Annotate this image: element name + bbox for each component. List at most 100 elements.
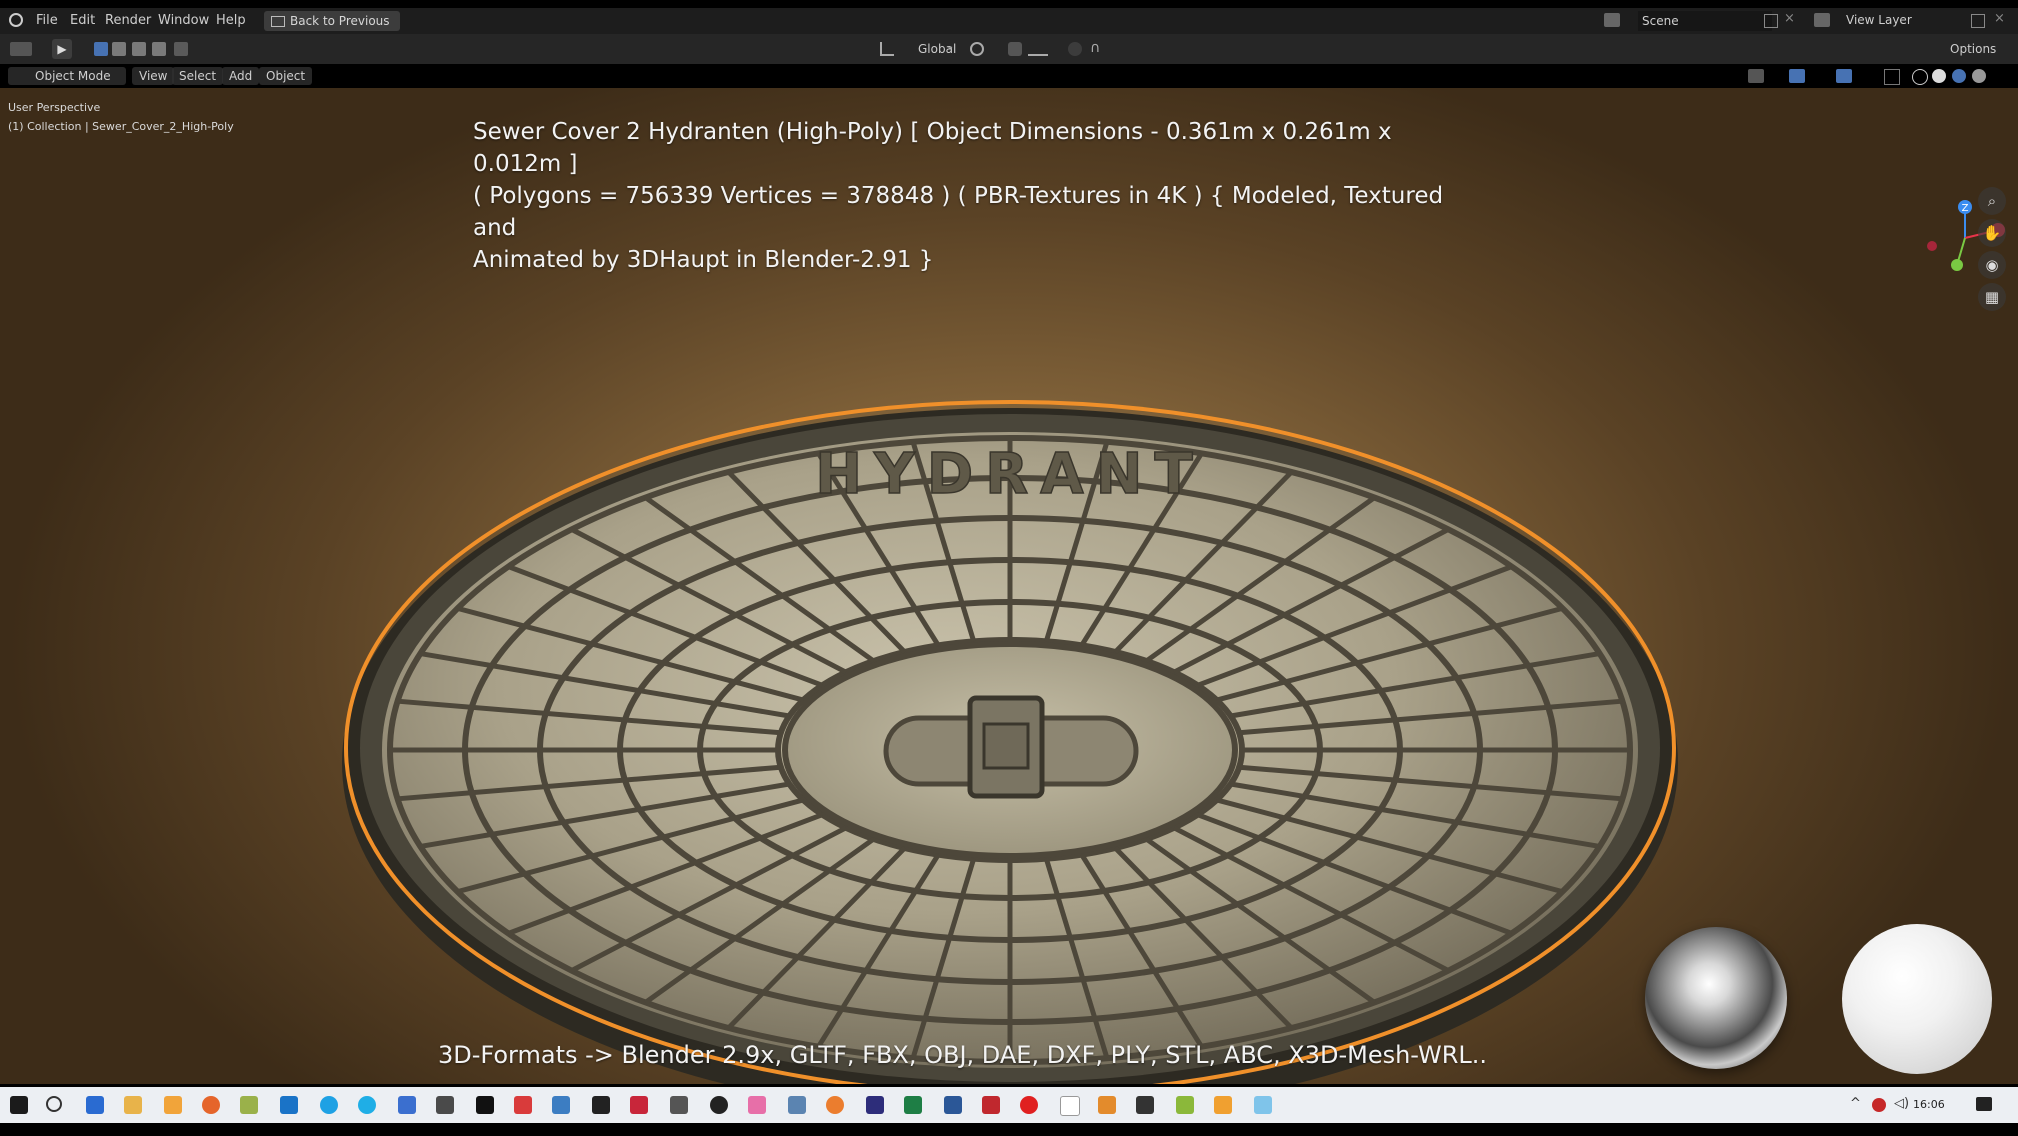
back-to-previous-label: Back to Previous — [290, 14, 390, 28]
sewer-cover-model[interactable]: HYDRANT — [330, 378, 1690, 1084]
app-icon-14[interactable] — [514, 1096, 532, 1114]
app-icon-15[interactable] — [552, 1096, 570, 1114]
tray-network-icon[interactable] — [1872, 1098, 1886, 1112]
skype-icon[interactable] — [320, 1096, 338, 1114]
options-dropdown[interactable]: Options — [1950, 42, 1996, 56]
view-layer-close-icon[interactable]: × — [1994, 11, 2005, 26]
visibility-icon[interactable] — [1748, 69, 1764, 83]
app-icon-17[interactable] — [630, 1096, 648, 1114]
viewport-header: Object Mode View Select Add Object — [0, 64, 2018, 88]
app-icon-31[interactable] — [1176, 1096, 1194, 1114]
unity-icon[interactable] — [476, 1096, 494, 1114]
clock-time[interactable]: 16:06 — [1913, 1098, 1945, 1111]
folder-icon[interactable] — [124, 1096, 142, 1114]
overlay-title-line-2: ( Polygons = 756339 Vertices = 378848 ) … — [473, 183, 1444, 241]
app-icon-29[interactable] — [1098, 1096, 1116, 1114]
blender-taskbar-icon[interactable] — [826, 1096, 844, 1114]
app-icon-23[interactable] — [866, 1096, 884, 1114]
hand-pan-icon[interactable]: ✋ — [1978, 219, 2006, 247]
select-mode-intersect-icon[interactable] — [174, 42, 188, 56]
hydrant-embossed-text: HYDRANT — [815, 442, 1204, 507]
menu-file[interactable]: File — [36, 13, 58, 28]
firefox-icon[interactable] — [202, 1096, 220, 1114]
tool-header: ▶ Global ⌄ ∩ Options — [0, 34, 2018, 64]
screen-icon — [271, 16, 285, 27]
notification-icon[interactable] — [1976, 1097, 1992, 1111]
view-layer-field[interactable]: View Layer — [1846, 13, 1912, 27]
app-icon-19[interactable] — [710, 1096, 728, 1114]
app-icon-11[interactable] — [398, 1096, 416, 1114]
tray-chevron-icon[interactable]: ^ — [1850, 1096, 1861, 1111]
select-menu[interactable]: Select — [172, 67, 224, 85]
app-icon-20[interactable] — [748, 1096, 766, 1114]
snap-target-icon[interactable] — [1028, 42, 1048, 56]
perspective-label: User Perspective — [8, 101, 101, 114]
grid-icon[interactable]: ▦ — [1978, 283, 2006, 311]
transform-orientation-icon[interactable] — [880, 42, 894, 56]
add-menu[interactable]: Add — [222, 67, 260, 85]
gizmo-toggle-icon[interactable] — [1789, 69, 1805, 83]
wireframe-shading-icon[interactable] — [1912, 69, 1928, 85]
z-axis-label: Z — [1962, 203, 1969, 214]
solid-shading-icon[interactable] — [1932, 69, 1946, 83]
overlay-formats-text: 3D-Formats -> Blender 2.9x, GLTF, FBX, O… — [438, 1041, 1488, 1069]
snap-toggle-icon[interactable] — [1008, 42, 1022, 56]
select-mode-extend-icon[interactable] — [112, 42, 126, 56]
app-icon-12[interactable] — [436, 1096, 454, 1114]
material-shading-icon[interactable] — [1952, 69, 1966, 83]
zoom-icon[interactable]: ⌕ — [1978, 187, 2006, 215]
scene-selector-icon[interactable] — [1604, 13, 1620, 27]
app-icon-18[interactable] — [670, 1096, 688, 1114]
neg-x-axis-handle[interactable] — [1927, 241, 1937, 251]
notes-icon[interactable] — [240, 1096, 258, 1114]
scene-new-icon[interactable] — [1764, 14, 1778, 28]
falloff-curve-icon[interactable]: ∩ — [1090, 40, 1100, 56]
select-tool-icon[interactable]: ▶ — [52, 39, 72, 59]
document-icon[interactable] — [1060, 1096, 1080, 1116]
menu-help[interactable]: Help — [216, 13, 246, 28]
pivot-point-icon[interactable] — [970, 42, 984, 56]
scene-field[interactable]: Scene — [1638, 11, 1772, 31]
chevron-down-icon: ⌄ — [946, 41, 955, 52]
back-to-previous-button[interactable]: Back to Previous — [264, 11, 400, 31]
view-layer-icon[interactable] — [1814, 13, 1830, 27]
blender-logo-icon[interactable] — [9, 13, 23, 27]
outlook-icon[interactable] — [280, 1096, 298, 1114]
xray-toggle-icon[interactable] — [1884, 69, 1900, 85]
menu-render[interactable]: Render — [105, 13, 151, 28]
windows-taskbar: ^ ◁) 16:06 — [0, 1087, 2018, 1123]
camera-icon[interactable]: ◉ — [1978, 251, 2006, 279]
app-icon-33[interactable] — [1254, 1096, 1272, 1114]
opera-icon[interactable] — [1020, 1096, 1038, 1114]
word-icon[interactable] — [944, 1096, 962, 1114]
app-window: File Edit Render Window Help Back to Pre… — [0, 0, 2018, 1136]
windows-start-icon[interactable] — [10, 1096, 28, 1114]
app-icon-16[interactable] — [592, 1096, 610, 1114]
app-icon-26[interactable] — [982, 1096, 1000, 1114]
app-icon-21[interactable] — [788, 1096, 806, 1114]
select-mode-new-icon[interactable] — [94, 42, 108, 56]
view-layer-new-icon[interactable] — [1971, 14, 1985, 28]
select-mode-invert-icon[interactable] — [152, 42, 166, 56]
menu-edit[interactable]: Edit — [70, 13, 95, 28]
select-mode-subtract-icon[interactable] — [132, 42, 146, 56]
view-menu[interactable]: View — [132, 67, 175, 85]
terminal-icon[interactable] — [1136, 1096, 1154, 1114]
y-axis-handle[interactable] — [1951, 259, 1963, 271]
scene-close-icon[interactable]: × — [1784, 11, 1795, 26]
rendered-shading-icon[interactable] — [1972, 69, 1986, 83]
excel-icon[interactable] — [904, 1096, 922, 1114]
menu-window[interactable]: Window — [158, 13, 209, 28]
proportional-edit-icon[interactable] — [1068, 42, 1082, 56]
app-icon-4[interactable] — [164, 1096, 182, 1114]
overlay-toggle-icon[interactable] — [1836, 69, 1852, 83]
object-menu[interactable]: Object — [259, 67, 313, 85]
app-icon-32[interactable] — [1214, 1096, 1232, 1114]
object-mode-dropdown[interactable]: Object Mode — [8, 67, 126, 85]
viewport-info: User Perspective (1) Collection | Sewer_… — [8, 98, 234, 136]
tray-volume-icon[interactable]: ◁) — [1894, 1096, 1909, 1111]
editor-type-icon[interactable] — [10, 42, 32, 56]
search-icon[interactable] — [46, 1096, 62, 1112]
save-app-icon[interactable] — [86, 1096, 104, 1114]
edge-icon[interactable] — [358, 1096, 376, 1114]
